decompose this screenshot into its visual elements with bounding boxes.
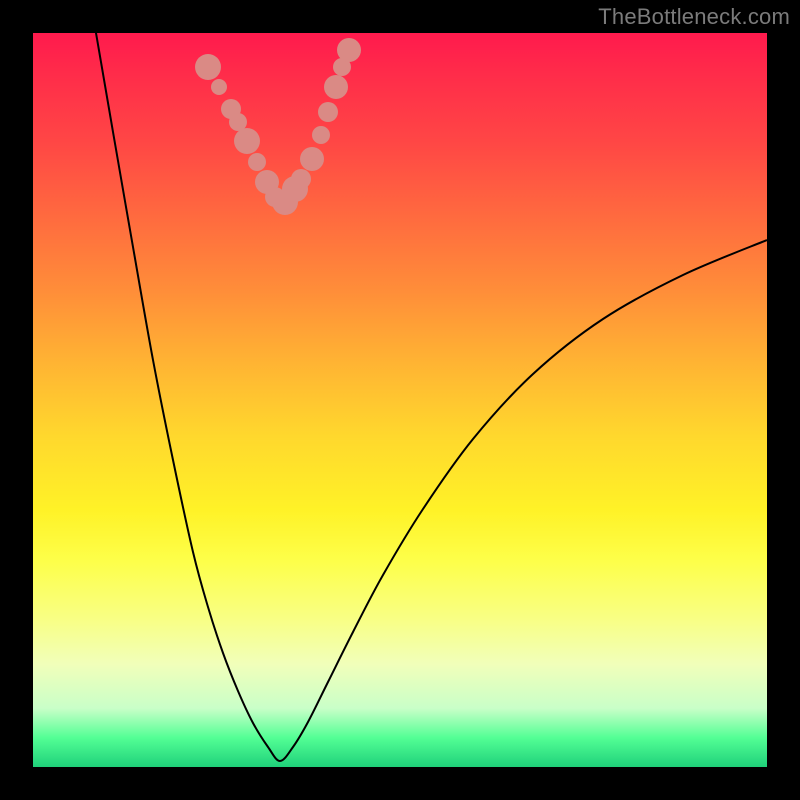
highlight-dot	[291, 169, 311, 189]
curve-svg	[33, 33, 767, 767]
dot-group	[195, 38, 361, 215]
highlight-dot	[337, 38, 361, 62]
highlight-dot	[234, 128, 260, 154]
highlight-dot	[312, 126, 330, 144]
chart-frame: TheBottleneck.com	[0, 0, 800, 800]
watermark-text: TheBottleneck.com	[598, 4, 790, 30]
highlight-dot	[300, 147, 324, 171]
v-curve-path	[88, 33, 767, 761]
highlight-dot	[248, 153, 266, 171]
highlight-dot	[211, 79, 227, 95]
plot-area	[33, 33, 767, 767]
highlight-dot	[324, 75, 348, 99]
highlight-dot	[195, 54, 221, 80]
highlight-dot	[318, 102, 338, 122]
